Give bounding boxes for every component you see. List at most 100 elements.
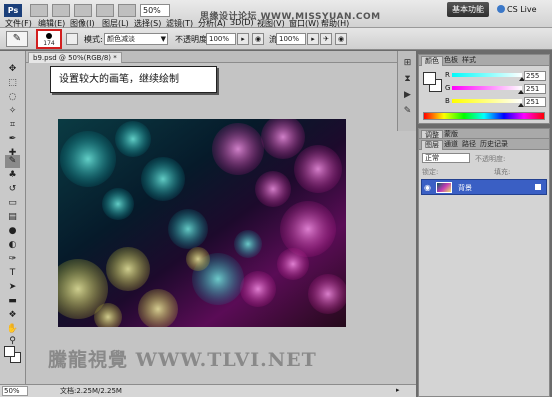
channel-slider-track[interactable] bbox=[452, 99, 522, 103]
cs-live-button[interactable]: CS Live bbox=[497, 4, 545, 16]
instruction-callout: 设置较大的画笔，继续绘制 bbox=[50, 66, 217, 93]
crop-tool-icon[interactable]: ⌗ bbox=[5, 119, 20, 132]
channel-label: R bbox=[445, 71, 450, 79]
quick-select-tool-icon[interactable]: ✧ bbox=[5, 105, 20, 118]
tab-paths[interactable]: 路径 bbox=[459, 140, 479, 150]
channel-value-field[interactable]: 251 bbox=[524, 84, 546, 94]
mini-bridge-panel-icon[interactable]: ⊞ bbox=[401, 57, 414, 70]
zoom-tool-icon[interactable] bbox=[118, 4, 136, 17]
cs-live-icon bbox=[497, 5, 505, 13]
workspace-button[interactable]: 基本功能 bbox=[447, 2, 489, 17]
mode-value: 颜色减淡 bbox=[107, 35, 135, 43]
layer-name: 背景 bbox=[458, 184, 472, 192]
tab-color[interactable]: 颜色 bbox=[421, 56, 443, 66]
flow-dropdown-icon[interactable]: ▸ bbox=[307, 33, 319, 45]
extras-icon[interactable] bbox=[74, 4, 92, 17]
channel-slider-thumb[interactable] bbox=[517, 90, 524, 94]
brush-tool-icon[interactable]: ✎ bbox=[5, 155, 20, 168]
dodge-tool-icon[interactable]: ◐ bbox=[5, 239, 20, 252]
status-zoom-field[interactable]: 50% bbox=[2, 386, 28, 396]
bokeh-artwork[interactable] bbox=[58, 119, 346, 327]
hand-tool-icon[interactable] bbox=[96, 4, 114, 17]
clone-stamp-tool-icon[interactable]: ♣ bbox=[5, 169, 20, 182]
gradient-tool-icon[interactable]: ▤ bbox=[5, 211, 20, 224]
channel-slider-track[interactable] bbox=[452, 73, 522, 77]
tab-swatches[interactable]: 色板 bbox=[441, 56, 461, 66]
panel-foreground-swatch[interactable] bbox=[423, 72, 436, 85]
tab-channels[interactable]: 通道 bbox=[441, 140, 461, 150]
move-tool-icon[interactable]: ✥ bbox=[5, 63, 20, 76]
layer-thumbnail bbox=[436, 182, 452, 193]
mini-bridge-icon[interactable] bbox=[52, 4, 70, 17]
photoshop-logo: Ps bbox=[4, 4, 22, 17]
flow-value: 100% bbox=[279, 35, 300, 43]
history-brush-tool-icon[interactable]: ↺ bbox=[5, 183, 20, 196]
opacity-value: 100% bbox=[209, 35, 230, 43]
opacity-label: 不透明度: bbox=[175, 35, 210, 44]
foreground-color-swatch[interactable] bbox=[4, 346, 15, 357]
panel-dock: ⊞ ⧗ ▶ ✎ bbox=[397, 51, 416, 131]
eyedropper-tool-icon[interactable]: ✒ bbox=[5, 133, 20, 146]
layer-row-background[interactable]: ◉ 背景 bbox=[421, 179, 547, 195]
lasso-tool-icon[interactable]: ◌ bbox=[5, 91, 20, 104]
channel-label: B bbox=[445, 97, 450, 105]
pressure-opacity-icon[interactable]: ◉ bbox=[252, 33, 264, 45]
pen-tool-icon[interactable]: ✑ bbox=[5, 253, 20, 266]
layers-panel: 图层 通道 路径 历史记录 正常 不透明度: 锁定: 填充: ◉ 背景 bbox=[418, 138, 550, 397]
shape-tool-icon[interactable]: ▬ bbox=[5, 295, 20, 308]
type-tool-icon[interactable]: T bbox=[5, 267, 20, 280]
channel-value-field[interactable]: 251 bbox=[524, 97, 546, 107]
blend-mode-select[interactable]: 正常 bbox=[422, 153, 470, 163]
airbrush-icon[interactable]: ✈ bbox=[320, 33, 332, 45]
flow-field[interactable]: 100% bbox=[276, 33, 306, 45]
tab-styles[interactable]: 样式 bbox=[459, 56, 479, 66]
opacity-dropdown-icon[interactable]: ▸ bbox=[237, 33, 249, 45]
canvas-area[interactable]: 设置较大的画笔，继续绘制 騰龍視覺 WWW.TLVI.NET bbox=[26, 63, 416, 384]
document-size-info: 文档:2.25M/2.25M bbox=[60, 387, 122, 395]
channel-slider-track[interactable] bbox=[452, 86, 522, 90]
brush-size-value: 174 bbox=[43, 40, 55, 47]
status-menu-arrow-icon[interactable]: ▸ bbox=[396, 386, 400, 394]
channel-value-field[interactable]: 255 bbox=[524, 71, 546, 81]
layers-panel-tabs: 图层 通道 路径 历史记录 bbox=[419, 139, 549, 150]
document-tab-bar: b9.psd @ 50%(RGB/8) * bbox=[26, 51, 416, 63]
tlvi-watermark: 騰龍視覺 WWW.TLVI.NET bbox=[48, 349, 317, 371]
tab-history[interactable]: 历史记录 bbox=[477, 140, 511, 150]
document-tab[interactable]: b9.psd @ 50%(RGB/8) * bbox=[28, 52, 122, 63]
color-panel: 颜色 色板 样式 R 255 G 251 B 251 bbox=[418, 54, 550, 124]
layer-fill-label: 填充: bbox=[494, 168, 511, 176]
color-panel-tabs: 颜色 色板 样式 bbox=[419, 55, 549, 66]
path-selection-tool-icon[interactable]: ➤ bbox=[5, 281, 20, 294]
channel-label: G bbox=[445, 84, 451, 92]
lock-icon bbox=[535, 184, 541, 190]
menu-3d[interactable]: 3D(D) bbox=[230, 18, 254, 27]
tools-panel: ✥ ⬚ ◌ ✧ ⌗ ✒ ✚ ✎ ♣ ↺ ▭ ▤ ● ◐ ✑ T ➤ ▬ ❖ ✋ … bbox=[0, 51, 26, 384]
history-panel-icon[interactable]: ⧗ bbox=[401, 73, 414, 86]
status-bar: 50% 文档:2.25M/2.25M ▸ bbox=[0, 384, 416, 397]
actions-panel-icon[interactable]: ▶ bbox=[401, 89, 414, 102]
cs-live-label: CS Live bbox=[507, 5, 537, 14]
eraser-tool-icon[interactable]: ▭ bbox=[5, 197, 20, 210]
brush-tip-icon bbox=[46, 33, 52, 39]
mode-select[interactable]: 颜色减淡 ▼ bbox=[104, 33, 168, 45]
tab-layers[interactable]: 图层 bbox=[421, 140, 443, 150]
visibility-eye-icon[interactable]: ◉ bbox=[424, 183, 431, 192]
3d-rotate-tool-icon[interactable]: ❖ bbox=[5, 309, 20, 322]
blur-tool-icon[interactable]: ● bbox=[5, 225, 20, 238]
brush-preset-picker[interactable]: 174 bbox=[36, 29, 62, 49]
zoom-level-field[interactable]: 50% bbox=[140, 4, 170, 17]
bridge-icon[interactable] bbox=[30, 4, 48, 17]
color-spectrum-bar[interactable] bbox=[423, 112, 545, 120]
brush-panel-icon[interactable]: ✎ bbox=[401, 105, 414, 118]
brush-panel-toggle-icon[interactable] bbox=[66, 33, 78, 45]
channel-slider-thumb[interactable] bbox=[517, 103, 524, 107]
menu-bar: Ps 50% 思缘设计论坛 WWW.MISSYUAN.COM 基本功能 CS L… bbox=[0, 0, 552, 28]
brush-tool-preset-icon[interactable]: ✎ bbox=[6, 31, 28, 47]
layer-opacity-label: 不透明度: bbox=[475, 155, 506, 163]
chevron-down-icon: ▼ bbox=[160, 35, 166, 43]
options-bar: ✎ 174 模式: 颜色减淡▼ 不透明度: 100% ▸ ◉ 流量: 100% … bbox=[0, 28, 552, 50]
marquee-tool-icon[interactable]: ⬚ bbox=[5, 77, 20, 90]
opacity-field[interactable]: 100% bbox=[206, 33, 236, 45]
layer-lock-label: 锁定: bbox=[422, 168, 439, 176]
pressure-size-icon[interactable]: ◉ bbox=[335, 33, 347, 45]
